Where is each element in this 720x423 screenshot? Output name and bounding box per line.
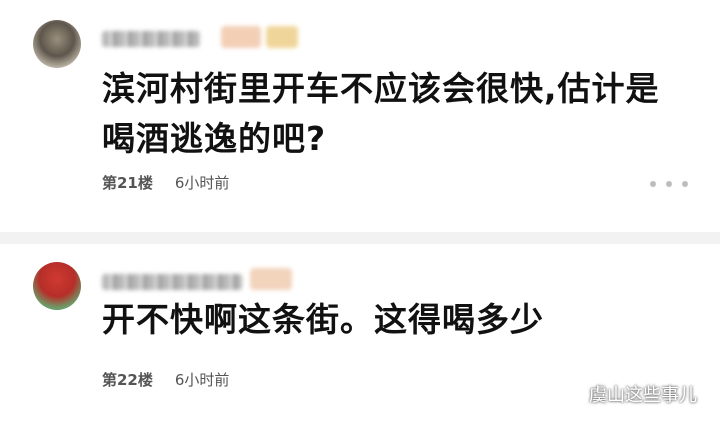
more-options-button[interactable] xyxy=(650,178,688,190)
floor-number: 第21楼 xyxy=(102,174,153,192)
comment-meta: 第22楼 6小时前 xyxy=(102,369,229,390)
floor-number: 第22楼 xyxy=(102,371,153,389)
ellipsis-icon xyxy=(666,181,672,187)
user-badge-blurred xyxy=(266,26,298,48)
comment-time: 6小时前 xyxy=(174,174,230,192)
avatar[interactable] xyxy=(33,20,81,68)
avatar[interactable] xyxy=(33,262,81,310)
user-badge-blurred xyxy=(221,26,261,48)
username-blurred[interactable] xyxy=(102,31,200,47)
ellipsis-icon xyxy=(650,181,656,187)
divider xyxy=(0,232,720,244)
user-badge-blurred xyxy=(250,268,292,290)
wechat-icon xyxy=(565,386,583,402)
username-blurred[interactable] xyxy=(102,274,242,290)
comment-time: 6小时前 xyxy=(174,371,230,389)
comment-meta: 第21楼 6小时前 xyxy=(102,172,229,193)
watermark-text: 虞山这些事儿 xyxy=(589,385,697,406)
comment-item: 滨河村街里开车不应该会很快,估计是喝酒逃逸的吧? 第21楼 6小时前 xyxy=(0,0,720,232)
ellipsis-icon xyxy=(682,181,688,187)
comment-text: 开不快啊这条街。这得喝多少 xyxy=(102,300,544,339)
comment-text: 滨河村街里开车不应该会很快,估计是喝酒逃逸的吧? xyxy=(102,69,660,158)
watermark: 虞山这些事儿 xyxy=(565,380,697,408)
